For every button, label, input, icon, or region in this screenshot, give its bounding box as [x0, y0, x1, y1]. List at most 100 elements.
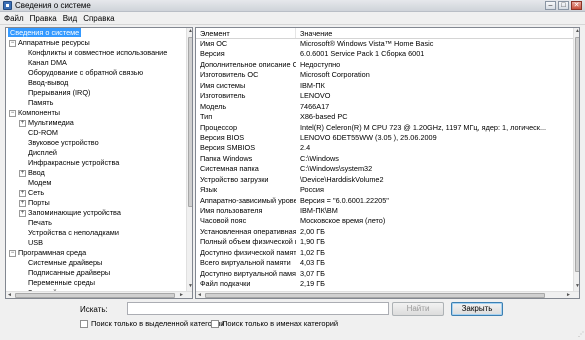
maximize-button[interactable]: □: [558, 1, 569, 10]
table-row[interactable]: Часовой пояс Московское время (лето): [196, 216, 574, 226]
scroll-up-icon[interactable]: ▲: [187, 28, 192, 35]
tree-item[interactable]: Оборудование с обратной связью: [6, 68, 187, 78]
tree-item[interactable]: Устройства с неполадками: [6, 228, 187, 238]
table-row[interactable]: Папка Windows C:\Windows: [196, 154, 574, 164]
table-row[interactable]: Имя пользователя IBM-ПК\BM: [196, 206, 574, 216]
expand-icon[interactable]: +: [19, 119, 26, 127]
tree-item[interactable]: Ввод-вывод: [6, 78, 187, 88]
expand-icon[interactable]: +: [19, 199, 26, 207]
category-tree[interactable]: Сведения о системе − Аппаратные ресурсы Кон…: [6, 28, 187, 298]
collapse-icon[interactable]: −: [9, 39, 16, 47]
tree-item[interactable]: Печать: [6, 218, 187, 228]
table-row[interactable]: Доступно виртуальной памяти 3,07 ГБ: [196, 269, 574, 279]
tree-item[interactable]: Прерывания (IRQ): [6, 88, 187, 98]
table-row[interactable]: Версия 6.0.6001 Service Pack 1 Сборка 600…: [196, 49, 574, 59]
cell-value: C:\Windows: [300, 153, 339, 163]
tree-item[interactable]: − Аппаратные ресурсы: [6, 38, 187, 48]
tree-item[interactable]: Модем: [6, 178, 187, 188]
tree-item[interactable]: USB: [6, 238, 187, 248]
table-row[interactable]: Версия SMBIOS 2.4: [196, 143, 574, 153]
collapse-icon[interactable]: −: [9, 109, 16, 117]
column-header-value[interactable]: Значение: [296, 28, 574, 38]
table-row[interactable]: Доступно физической памяти 1,02 ГБ: [196, 248, 574, 258]
scroll-up-icon[interactable]: ▲: [574, 28, 579, 35]
table-row[interactable]: Тип X86-based PC: [196, 112, 574, 122]
table-row[interactable]: Имя ОС Microsoft® Windows Vista™ Home Bas…: [196, 39, 574, 49]
tree-item[interactable]: + Мультимедиа: [6, 118, 187, 128]
table-row[interactable]: Дополнительное описание ОС Недоступно: [196, 60, 574, 70]
find-button[interactable]: Найти: [392, 302, 444, 316]
table-row[interactable]: Модель 7466A17: [196, 102, 574, 112]
search-input[interactable]: [127, 302, 389, 315]
tree-item-label: USB: [28, 238, 44, 247]
table-row[interactable]: Процессор Intel(R) Celeron(R) M CPU 723 @…: [196, 123, 574, 133]
table-row[interactable]: Полный объем физической па... 1,90 ГБ: [196, 237, 574, 247]
minimize-button[interactable]: –: [545, 1, 556, 10]
tree-item[interactable]: − Программная среда: [6, 248, 187, 258]
scroll-right-icon[interactable]: ►: [565, 292, 572, 298]
search-selected-category-checkbox[interactable]: Поиск только в выделенной категории: [80, 319, 224, 328]
scroll-down-icon[interactable]: ▼: [574, 283, 579, 290]
resize-grip-icon[interactable]: ⋰: [576, 331, 584, 339]
cell-value: C:\Windows\system32: [300, 164, 373, 174]
tree-vertical-scrollbar[interactable]: ▲ ▼: [186, 28, 192, 291]
scroll-left-icon[interactable]: ◄: [196, 292, 203, 298]
tree-item[interactable]: Дисплей: [6, 148, 187, 158]
tree-scroll-thumb[interactable]: [188, 37, 192, 207]
tree-item-label: Мультимедиа: [28, 118, 74, 127]
window-controls: – □ ✕: [545, 1, 582, 10]
tree-horizontal-scrollbar[interactable]: ◄ ►: [6, 291, 192, 298]
table-row[interactable]: Установленная оперативная п... 2,00 ГБ: [196, 227, 574, 237]
expand-icon[interactable]: +: [19, 209, 26, 217]
collapse-icon[interactable]: −: [9, 249, 16, 257]
checkbox-box[interactable]: [211, 319, 219, 328]
menu-file[interactable]: Файл: [4, 14, 24, 23]
table-row[interactable]: Всего виртуальной памяти 4,03 ГБ: [196, 258, 574, 268]
tree-item[interactable]: + Запоминающие устройства: [6, 208, 187, 218]
table-row[interactable]: Изготовитель LENOVO: [196, 91, 574, 101]
tree-item[interactable]: Инфракрасные устройства: [6, 158, 187, 168]
tree-item[interactable]: + Ввод: [6, 168, 187, 178]
tree-item[interactable]: + Сеть: [6, 188, 187, 198]
search-category-names-checkbox[interactable]: Поиск только в именах категорий: [211, 319, 338, 328]
expand-icon[interactable]: +: [19, 169, 26, 177]
scroll-down-icon[interactable]: ▼: [187, 283, 192, 290]
expand-icon[interactable]: +: [19, 189, 26, 197]
table-row[interactable]: Версия BIOS LENOVO 6DET55WW (3.05 ), 25.0…: [196, 133, 574, 143]
details-horizontal-scrollbar[interactable]: ◄ ►: [196, 291, 579, 298]
table-row[interactable]: Файл подкачки 2,19 ГБ: [196, 279, 574, 289]
close-button[interactable]: Закрыть: [451, 302, 503, 316]
details-vertical-scrollbar[interactable]: ▲ ▼: [573, 28, 579, 291]
tree-item[interactable]: CD-ROM: [6, 128, 187, 138]
tree-item[interactable]: Память: [6, 98, 187, 108]
tree-item[interactable]: Системные драйверы: [6, 258, 187, 268]
table-row[interactable]: Имя системы IBM-ПК: [196, 81, 574, 91]
menu-edit[interactable]: Правка: [30, 14, 57, 23]
scroll-right-icon[interactable]: ►: [178, 292, 185, 298]
tree-item[interactable]: Конфликты и совместное использование: [6, 48, 187, 58]
table-row[interactable]: Системная папка C:\Windows\system32: [196, 164, 574, 174]
details-scroll-thumb[interactable]: [575, 37, 579, 272]
checkbox-box[interactable]: [80, 319, 88, 328]
table-row[interactable]: Аппаратно-зависимый уровен... Версия = "6…: [196, 196, 574, 206]
tree-item[interactable]: Звуковое устройство: [6, 138, 187, 148]
tree-item-label: Инфракрасные устройства: [28, 158, 120, 167]
details-pane: Элемент Значение Имя ОС Microsoft® Window…: [195, 27, 580, 299]
cell-item: Доступно виртуальной памяти: [200, 268, 296, 278]
tree-item[interactable]: Подписанные драйверы: [6, 268, 187, 278]
tree-item[interactable]: Сведения о системе: [6, 28, 187, 38]
column-header-item[interactable]: Элемент: [196, 28, 296, 38]
scroll-left-icon[interactable]: ◄: [6, 292, 13, 298]
menu-help[interactable]: Справка: [83, 14, 114, 23]
tree-hscroll-thumb[interactable]: [15, 293, 175, 298]
menu-view[interactable]: Вид: [63, 14, 77, 23]
table-row[interactable]: Устройство загрузки \Device\HarddiskVolum…: [196, 175, 574, 185]
details-hscroll-thumb[interactable]: [205, 293, 545, 298]
tree-item[interactable]: − Компоненты: [6, 108, 187, 118]
tree-item[interactable]: Переменные среды: [6, 278, 187, 288]
tree-item[interactable]: Канал DMA: [6, 58, 187, 68]
table-row[interactable]: Язык Россия: [196, 185, 574, 195]
close-window-button[interactable]: ✕: [571, 1, 582, 10]
tree-item[interactable]: + Порты: [6, 198, 187, 208]
table-row[interactable]: Изготовитель ОС Microsoft Corporation: [196, 70, 574, 80]
